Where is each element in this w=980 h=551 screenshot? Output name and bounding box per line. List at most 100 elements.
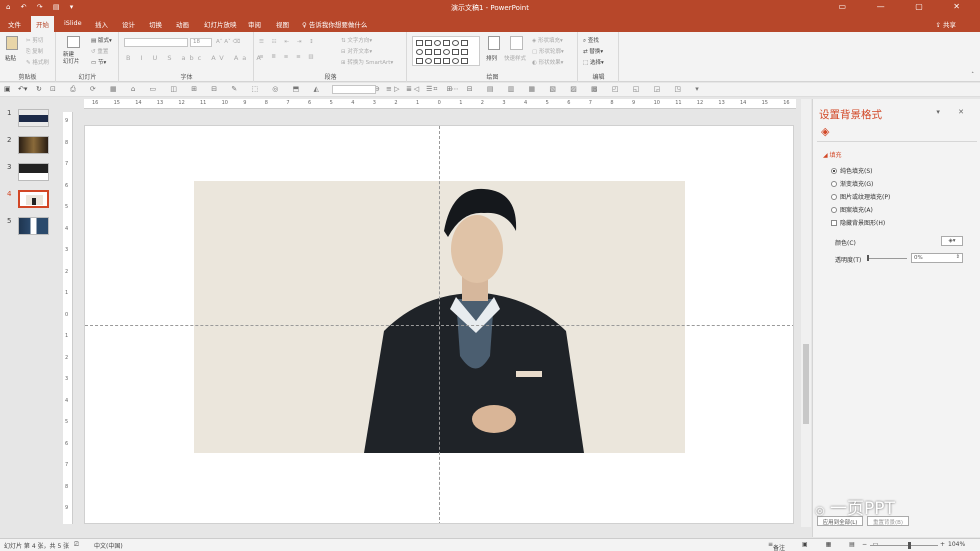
vertical-scrollbar[interactable]: [801, 99, 811, 527]
redo-icon[interactable]: ↻: [36, 85, 42, 93]
shape-fill-button[interactable]: ◈ 形状填充▾: [532, 36, 563, 44]
new-slide-icon[interactable]: [67, 36, 80, 48]
undo-icon[interactable]: ↶▾: [18, 85, 27, 93]
ruler-tick: 12: [696, 100, 704, 106]
ruler-tick: 4: [524, 100, 528, 106]
shapes-gallery[interactable]: [412, 36, 480, 66]
zoom-in-button[interactable]: +: [940, 541, 945, 548]
tab-transitions[interactable]: 切换: [149, 19, 162, 29]
window-controls[interactable]: ▭ — ▢ ✕: [839, 2, 974, 11]
slide-thumbnail-5[interactable]: [18, 217, 49, 235]
fill-section-header[interactable]: ◢ 填充: [823, 150, 842, 159]
paste-button[interactable]: 粘贴: [5, 54, 16, 62]
slide-thumbnail-1[interactable]: [18, 109, 49, 127]
ruler-tick: 5: [329, 100, 333, 106]
reset-button[interactable]: ↺ 重置: [91, 47, 108, 55]
ruler-tick: 3: [502, 100, 506, 106]
paste-icon[interactable]: [6, 36, 18, 50]
font-name-combo[interactable]: [124, 38, 188, 47]
save-icon[interactable]: ▣: [4, 85, 11, 93]
align-buttons[interactable]: ≡ ≣ ≡ ≡ ▥: [259, 54, 317, 60]
slide-thumbnail-2[interactable]: [18, 136, 49, 154]
slide-number: 4: [7, 190, 12, 198]
wechat-icon: ◎: [815, 504, 825, 517]
scrollbar-thumb[interactable]: [803, 344, 809, 424]
ribbon-tabs: 文件 开始 iSlide 插入 设计 切换 动画 幻灯片放映 审阅 视图 ♀ 告…: [0, 16, 980, 32]
lightbulb-icon: ♀: [302, 21, 307, 29]
slide-thumbnail-4[interactable]: [18, 190, 49, 208]
language-indicator[interactable]: 中文(中国): [94, 541, 123, 550]
copy-button[interactable]: ⎘ 复制: [26, 47, 43, 56]
arrange-icon[interactable]: [488, 36, 500, 50]
smartart-button[interactable]: ⊞ 转换为 SmartArt▾: [341, 58, 393, 66]
toolbar-combo[interactable]: [332, 85, 376, 94]
select-button[interactable]: ⬚ 选择▾: [583, 58, 604, 66]
shape-effects-button[interactable]: ◐ 形状效果▾: [532, 58, 563, 66]
arrange-button[interactable]: 排列: [486, 54, 497, 62]
radio-icon: [831, 181, 837, 187]
replace-button[interactable]: ⇄ 替换▾: [583, 47, 603, 55]
ruler-tick: 7: [588, 100, 592, 106]
align-text-button[interactable]: ⊟ 对齐文本▾: [341, 47, 372, 55]
color-picker-button[interactable]: ◈▾: [941, 236, 963, 246]
list-buttons[interactable]: ☰ ☷ ⇤ ⇥ ↕: [259, 39, 317, 45]
share-button[interactable]: ⇪ 共享: [935, 19, 956, 29]
font-label: 字体: [180, 74, 193, 81]
collapse-ribbon-icon[interactable]: ˄: [971, 72, 974, 78]
slides-group: 新建 幻灯片 ▤ 版式▾ ↺ 重置 ▭ 节▾ 幻灯片: [57, 32, 119, 82]
gradient-fill-option[interactable]: 渐变填充(G): [831, 179, 873, 188]
slide-number: 2: [7, 136, 12, 144]
tab-insert[interactable]: 插入: [95, 19, 108, 29]
tab-animations[interactable]: 动画: [176, 19, 189, 29]
pattern-fill-option[interactable]: 图案填充(A): [831, 205, 873, 214]
transparency-input[interactable]: 0% ⇕: [911, 253, 963, 263]
ruler-tick: 14: [135, 100, 142, 106]
ruler-tick: 16: [92, 100, 99, 106]
format-painter-button[interactable]: ✎ 格式刷: [26, 58, 49, 66]
tab-view[interactable]: 视图: [276, 19, 289, 29]
fill-bucket-icon[interactable]: ◈: [821, 125, 829, 138]
cut-button[interactable]: ✂ 剪切: [26, 36, 43, 44]
tab-slideshow[interactable]: 幻灯片放映: [204, 19, 237, 29]
ruler-tick: 13: [718, 100, 725, 106]
spellcheck-icon[interactable]: ⎚: [74, 541, 79, 549]
font-style-buttons[interactable]: B I U S abc AV Aa A: [126, 54, 265, 62]
slide-canvas[interactable]: [84, 125, 794, 524]
pane-title: 设置背景格式: [819, 109, 882, 121]
find-button[interactable]: ⌕ 查找: [583, 36, 599, 45]
picture-fill-option[interactable]: 图片或纹理填充(P): [831, 192, 890, 201]
new-slide-button[interactable]: 新建 幻灯片: [63, 52, 80, 66]
hide-background-checkbox[interactable]: 隐藏背景图形(H): [831, 218, 885, 227]
font-size-buttons[interactable]: A˄ A˅ ⌫: [216, 39, 240, 45]
vertical-guide[interactable]: [439, 126, 440, 523]
layout-button[interactable]: ▤ 版式▾: [91, 36, 112, 44]
quick-styles-button[interactable]: 快速样式: [504, 54, 526, 62]
ruler-tick: 4: [65, 225, 69, 232]
slider-handle[interactable]: [867, 255, 869, 261]
zoom-slider[interactable]: [870, 545, 938, 546]
slide-thumbnail-3[interactable]: [18, 163, 49, 181]
toolbar-icons-2[interactable]: ≡ ≣ ☰ ⊞ ⊟ ▤ ▥ ▦ ▧ ▨ ▩ ◰ ◱ ◲ ◳ ▾: [386, 85, 705, 93]
tab-file[interactable]: 文件: [8, 19, 21, 29]
zoom-out-button[interactable]: −: [862, 541, 867, 548]
tab-review[interactable]: 审阅: [248, 19, 261, 29]
text-direction-button[interactable]: ⇅ 文字方向▾: [341, 36, 372, 44]
tab-home[interactable]: 开始: [31, 16, 54, 32]
pane-controls[interactable]: ▾ ✕: [936, 108, 972, 116]
tell-me-search[interactable]: ♀ 告诉我你想要做什么: [302, 19, 367, 29]
quick-styles-icon[interactable]: [510, 36, 523, 50]
notes-button[interactable]: ≡ 备注: [768, 541, 785, 551]
radio-icon: [831, 207, 837, 213]
solid-fill-option[interactable]: 纯色填充(S): [831, 166, 873, 175]
zoom-slider-handle[interactable]: [908, 542, 911, 549]
font-size-combo[interactable]: 18: [190, 38, 212, 47]
ruler-tick: 1: [65, 290, 69, 296]
watermark: ◎ 一页PPT: [815, 499, 895, 519]
tab-islide[interactable]: iSlide: [64, 19, 82, 27]
ruler-tick: 16: [783, 100, 790, 106]
section-button[interactable]: ▭ 节▾: [91, 58, 106, 66]
transparency-slider[interactable]: [867, 258, 907, 259]
shape-outline-button[interactable]: ▢ 形状轮廓▾: [532, 47, 564, 55]
tab-design[interactable]: 设计: [122, 19, 135, 29]
zoom-level[interactable]: 104%: [948, 541, 965, 548]
